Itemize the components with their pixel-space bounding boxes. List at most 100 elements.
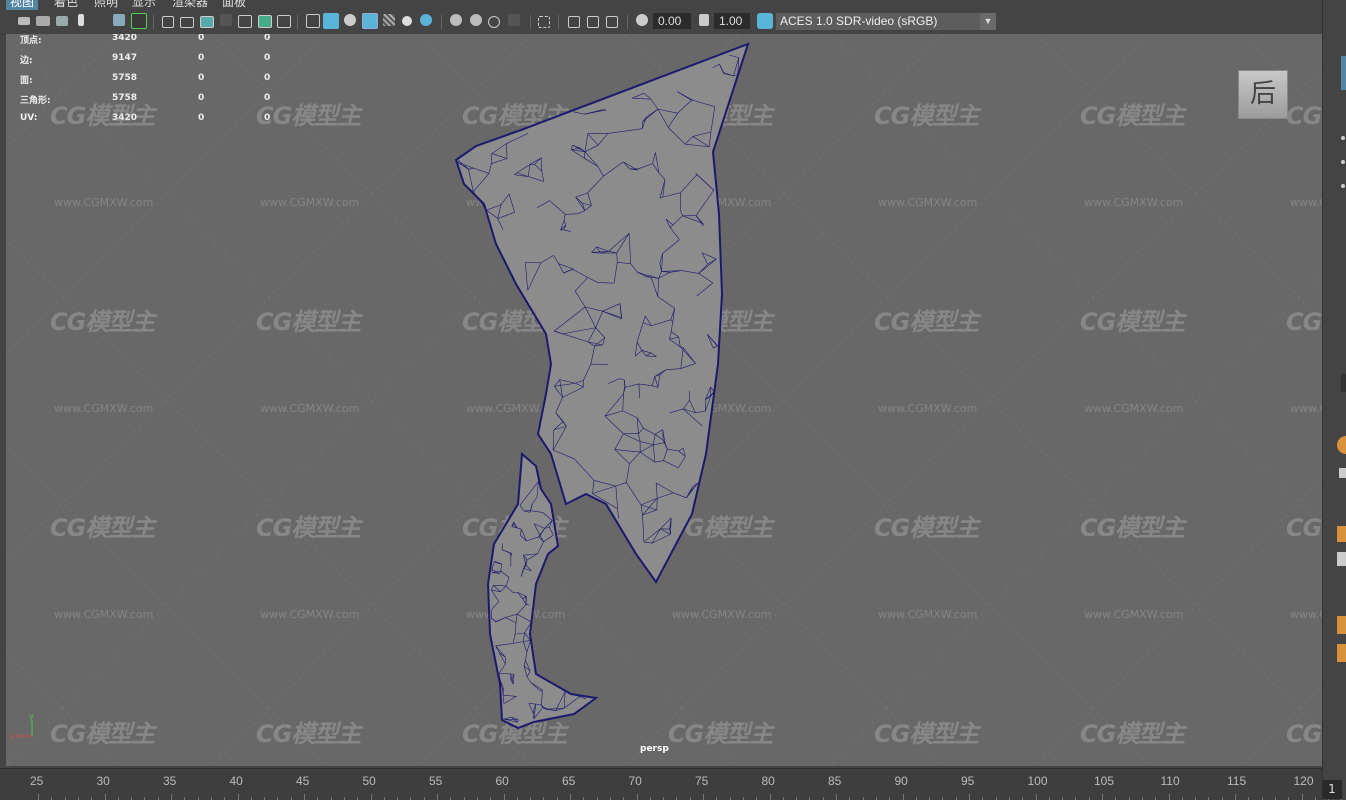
timeline-tick-label: 90 [895,774,908,788]
select-camera-icon[interactable] [18,17,30,25]
axe-mesh[interactable] [6,34,1322,766]
film-gate-icon[interactable] [180,17,194,28]
hud-toggle-icon[interactable] [568,16,580,28]
timeline-tick-label: 25 [30,774,43,788]
menu-item-3[interactable]: 显示 [128,0,160,10]
gate-mask-icon[interactable] [220,14,232,26]
timeline-tick [969,794,970,800]
2d-pan-zoom-icon[interactable] [113,14,125,26]
color-management-select[interactable]: ACES 1.0 SDR-video (sRGB) ▼ [776,13,996,30]
color-management-icon[interactable] [757,13,773,29]
timeline-tick [504,794,505,800]
field-chart-icon[interactable] [238,15,252,28]
image-plane-icon[interactable] [78,14,84,26]
object-icon[interactable] [1337,436,1346,454]
timeline-tick-label: 105 [1094,774,1114,788]
field-box[interactable] [1341,374,1346,392]
depth-of-field-icon[interactable] [508,14,520,26]
timeline-tick-label: 55 [429,774,442,788]
camera-attributes-icon[interactable] [36,16,50,26]
timeline-tick-label: 110 [1161,774,1180,788]
menu-item-4[interactable]: 渲染器 [168,0,212,10]
timeline-tick-label: 100 [1028,774,1048,788]
timeline-tick [836,794,837,800]
timeline-tick-label: 85 [828,774,841,788]
timeline-tick [1302,794,1303,800]
lights-icon[interactable] [402,16,412,26]
time-slider[interactable]: 2530354045505560657075808590951001051101… [0,768,1322,800]
smooth-shade-icon[interactable] [323,13,339,29]
timeline-tick [371,794,372,800]
xray-joints-icon[interactable] [587,16,599,28]
timeline-tick [903,794,904,800]
timeline-tick [437,794,438,800]
menu-item-1[interactable]: 着色 [50,0,82,10]
timeline-tick [570,794,571,800]
axis-x-label: x [10,732,15,741]
anti-aliasing-icon[interactable] [488,16,500,28]
timeline-tick-label: 75 [695,774,708,788]
color-management-value: ACES 1.0 SDR-video (sRGB) [780,14,937,28]
timeline-tick-label: 45 [296,774,309,788]
viewport-menubar: 视图 着色照明显示渲染器面板 [0,0,1322,10]
default-material-icon[interactable] [344,14,356,26]
gamma-icon[interactable] [699,14,709,26]
viewcube[interactable]: 后 [1238,70,1288,119]
timeline-tick [770,794,771,800]
viewport-toolbar: 0.00 1.00 ACES 1.0 SDR-video (sRGB) ▼ [0,10,1322,35]
timeline-tick-label: 95 [961,774,974,788]
camera-label: persp [640,744,669,754]
timeline-tick [1235,794,1236,800]
isolate-select-icon[interactable] [538,16,550,28]
object-icon[interactable] [1337,616,1346,634]
xray-icon[interactable] [383,14,395,26]
bookmark-icon[interactable] [56,16,68,26]
wireframe-on-shaded-icon[interactable] [362,13,378,29]
timeline-tick [637,794,638,800]
timeline-tick [105,794,106,800]
timeline-tick-label: 40 [230,774,243,788]
safe-title-icon[interactable] [277,15,291,28]
current-frame-field[interactable]: 1 [1322,780,1342,799]
object-icon[interactable] [1337,526,1346,542]
timeline-tick [171,794,172,800]
timeline-tick [1036,794,1037,800]
timeline-tick [304,794,305,800]
xray-active-icon[interactable] [606,16,618,28]
shadows-icon[interactable] [420,14,432,26]
timeline-tick-label: 60 [496,774,509,788]
dot-icon [1341,160,1345,164]
timeline-tick-label: 35 [163,774,176,788]
menu-item-5[interactable]: 面板 [218,0,250,10]
grid-icon[interactable] [1339,468,1346,478]
exposure-icon[interactable] [636,14,648,26]
chevron-down-icon[interactable]: ▼ [980,13,996,30]
menu-item-2[interactable]: 照明 [90,0,122,10]
timeline-tick-label: 80 [762,774,775,788]
safe-action-icon[interactable] [258,15,272,28]
grease-pencil-icon[interactable] [131,13,147,29]
gamma-input[interactable]: 1.00 [714,13,750,29]
dot-icon [1341,184,1345,188]
timeline-tick [1169,794,1170,800]
grid-icon[interactable] [162,16,174,28]
screen-space-ao-icon[interactable] [450,14,462,26]
timeline-tick [1102,794,1103,800]
menu-item-0[interactable]: 视图 [6,0,38,10]
timeline-tick-label: 65 [562,774,575,788]
timeline-tick-label: 70 [629,774,642,788]
panel-tab[interactable] [1341,56,1346,90]
timeline-tick [38,794,39,800]
motion-blur-icon[interactable] [470,14,482,26]
viewport-3d[interactable]: 顶点:342000边:914700面:575800三角形:575800UV:34… [6,34,1322,766]
exposure-input[interactable]: 0.00 [653,13,691,29]
timeline-tick-label: 115 [1227,774,1246,788]
wireframe-icon[interactable] [306,14,320,28]
layers-icon[interactable] [1337,552,1346,566]
object-icon[interactable] [1337,644,1346,662]
resolution-gate-icon[interactable] [200,16,214,28]
timeline-tick [703,794,704,800]
dot-icon [1341,136,1345,140]
right-dock-panel [1322,0,1346,780]
timeline-tick [238,794,239,800]
